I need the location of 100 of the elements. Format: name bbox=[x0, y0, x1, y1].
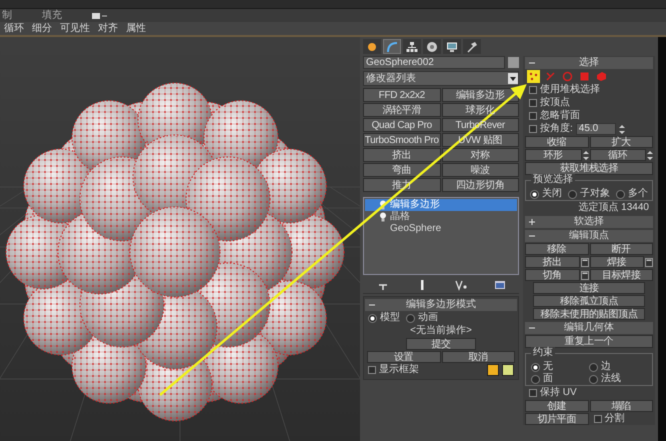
vertex-mode-icon[interactable] bbox=[527, 70, 540, 83]
settings-box-icon[interactable] bbox=[580, 270, 588, 280]
settings-box-icon[interactable] bbox=[580, 256, 588, 268]
ring-button[interactable]: 环形 bbox=[525, 149, 582, 161]
settings-box-icon[interactable] bbox=[645, 256, 653, 268]
object-color-swatch[interactable] bbox=[508, 57, 519, 68]
stack-item[interactable]: 编辑多边形 bbox=[365, 199, 517, 211]
vertex-tool-button[interactable]: 连接 bbox=[533, 282, 645, 294]
hammer-icon[interactable] bbox=[466, 40, 478, 52]
ribbon-tab[interactable]: 填充 bbox=[42, 10, 62, 22]
get-stack-selection-button[interactable]: 获取堆栈选择 bbox=[525, 162, 653, 175]
modifier-button[interactable]: Quad Cap Pro bbox=[363, 118, 440, 132]
monitor-icon[interactable] bbox=[446, 40, 458, 52]
radio-button[interactable] bbox=[531, 362, 540, 372]
vertex-tool-button[interactable]: 移除 bbox=[525, 243, 588, 255]
utilities-tab[interactable] bbox=[463, 39, 481, 54]
dropdown-icon[interactable] bbox=[92, 12, 108, 20]
checkbox[interactable] bbox=[529, 99, 537, 107]
rollout-header[interactable]: 选择 bbox=[525, 57, 653, 69]
modifier-button[interactable]: 弯曲 bbox=[363, 163, 440, 177]
checkbox-label: 使用堆栈选择 bbox=[540, 84, 600, 96]
grow-button[interactable]: 扩大 bbox=[590, 136, 653, 148]
modifier-button[interactable]: 挤出 bbox=[363, 148, 440, 162]
commit-button[interactable]: 提交 bbox=[406, 338, 476, 350]
modifier-button[interactable]: 四边形切角 bbox=[442, 178, 519, 192]
ribbon-item[interactable]: 对齐 bbox=[98, 22, 118, 34]
checkbox[interactable] bbox=[594, 415, 602, 423]
modifier-button[interactable]: 球形化 bbox=[442, 103, 519, 117]
hierarchy-tab[interactable] bbox=[403, 39, 421, 54]
spinner-icon[interactable] bbox=[618, 124, 625, 134]
checkbox[interactable] bbox=[529, 389, 537, 397]
angle-field[interactable]: 45.0 bbox=[576, 123, 616, 135]
checkbox[interactable] bbox=[368, 366, 376, 374]
radio-button[interactable] bbox=[530, 190, 539, 198]
radio-button[interactable] bbox=[568, 190, 577, 198]
radio-label: 动画 bbox=[418, 312, 438, 324]
ribbon-item[interactable]: 细分 bbox=[32, 22, 52, 34]
rollout-header[interactable]: 编辑几何体 bbox=[525, 322, 653, 334]
settings-button[interactable]: 设置 bbox=[367, 351, 440, 363]
vertex-tool-button[interactable]: 断开 bbox=[590, 243, 653, 255]
checkbox[interactable] bbox=[529, 112, 537, 120]
vertex-tool-button[interactable]: 移除孤立顶点 bbox=[533, 295, 645, 307]
modifier-button[interactable]: 编辑多边形 bbox=[442, 88, 519, 102]
display-tab[interactable] bbox=[443, 39, 461, 54]
ribbon-item[interactable]: 循环 bbox=[4, 22, 24, 34]
radio-button[interactable] bbox=[368, 314, 377, 322]
modifier-button[interactable]: FFD 2x2x2 bbox=[363, 88, 440, 102]
object-name-field[interactable]: GeoSphere002 bbox=[363, 56, 505, 69]
radio-button[interactable] bbox=[406, 314, 415, 322]
rollout-header[interactable]: 软选择 bbox=[525, 216, 653, 228]
modifier-list-dropdown[interactable]: 修改器列表 bbox=[363, 71, 519, 86]
modifier-button[interactable]: 对称 bbox=[442, 148, 519, 162]
create-button[interactable]: 创建 bbox=[525, 400, 588, 412]
collapse-button[interactable]: 塌陷 bbox=[590, 400, 653, 412]
vertex-tool-button[interactable]: 目标焊接 bbox=[590, 269, 653, 281]
create-tab[interactable] bbox=[363, 39, 381, 54]
checkbox[interactable] bbox=[529, 86, 537, 94]
color-swatch[interactable] bbox=[502, 364, 514, 376]
vertex-tool-button[interactable]: 移除未使用的贴图顶点 bbox=[533, 308, 645, 320]
curve-icon[interactable] bbox=[386, 40, 398, 52]
checkbox-label: 按角度: bbox=[540, 123, 573, 135]
modifier-button[interactable]: 涡轮平滑 bbox=[363, 103, 440, 117]
make-unique-icon[interactable] bbox=[454, 279, 466, 291]
color-swatch[interactable] bbox=[487, 364, 499, 376]
hierarchy-icon[interactable] bbox=[406, 40, 418, 52]
motion-tab[interactable] bbox=[423, 39, 441, 54]
radio-label: 模型 bbox=[380, 312, 400, 324]
vertex-tool-button[interactable]: 切角 bbox=[525, 269, 580, 281]
shrink-button[interactable]: 收缩 bbox=[525, 136, 588, 148]
checkbox[interactable] bbox=[529, 125, 537, 133]
radio-button[interactable] bbox=[531, 374, 540, 384]
sphere-icon[interactable] bbox=[366, 40, 378, 52]
modifier-button[interactable]: 噪波 bbox=[442, 163, 519, 177]
lightbulb-icon[interactable] bbox=[379, 200, 387, 210]
configure-icon[interactable] bbox=[494, 279, 506, 291]
radio-label: 多个 bbox=[628, 188, 648, 200]
group-label: 约束 bbox=[531, 347, 555, 359]
radio-button[interactable] bbox=[589, 362, 598, 372]
disc-icon[interactable] bbox=[426, 40, 438, 52]
loop-button[interactable]: 循环 bbox=[590, 149, 646, 161]
vertex-tool-button[interactable]: 焊接 bbox=[590, 256, 644, 268]
lightbulb-icon[interactable] bbox=[379, 212, 387, 222]
rollout-header[interactable]: 编辑多边形模式 bbox=[365, 299, 517, 311]
radio-button[interactable] bbox=[589, 374, 598, 384]
stack-item[interactable]: GeoSphere bbox=[365, 223, 517, 235]
rollout-header[interactable]: 编辑顶点 bbox=[525, 230, 653, 242]
radio-label: 边 bbox=[601, 361, 611, 372]
modifier-button[interactable]: TurboSmooth Pro bbox=[363, 133, 440, 147]
ribbon-tab[interactable]: 制 bbox=[2, 10, 12, 22]
vertex-tool-button[interactable]: 挤出 bbox=[525, 256, 580, 268]
caret-icon bbox=[508, 73, 518, 84]
radio-label: 法线 bbox=[601, 373, 621, 385]
repeat-last-button[interactable]: 重复上一个 bbox=[525, 335, 653, 348]
slice-plane-button[interactable]: 切片平面 bbox=[525, 413, 588, 425]
ribbon-item[interactable]: 属性 bbox=[126, 22, 146, 34]
cancel-button[interactable]: 取消 bbox=[442, 351, 515, 363]
stack-item[interactable]: 晶格 bbox=[365, 211, 517, 223]
ribbon-item[interactable]: 可见性 bbox=[60, 22, 90, 34]
radio-button[interactable] bbox=[616, 190, 625, 198]
checkbox-label: 忽略背面 bbox=[540, 110, 580, 122]
